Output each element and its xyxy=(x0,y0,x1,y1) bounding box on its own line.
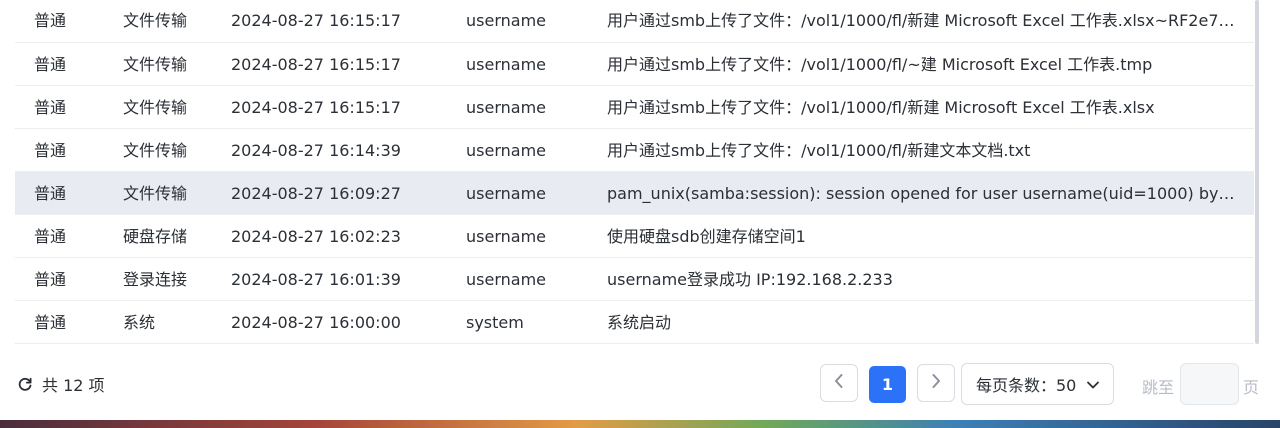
chevron-down-icon xyxy=(1086,377,1100,396)
time-cell: 2024-08-27 16:01:39 xyxy=(231,270,401,289)
chevron-left-icon xyxy=(833,373,845,393)
page-1-button[interactable]: 1 xyxy=(869,366,906,403)
next-page-button[interactable] xyxy=(917,364,955,402)
table-row[interactable]: 普通 文件传输 2024-08-27 16:15:17 username 用户通… xyxy=(15,86,1254,129)
desktop-wallpaper-strip xyxy=(0,420,1280,428)
total-label: 共 12 项 xyxy=(42,376,105,395)
vertical-scrollbar[interactable] xyxy=(1254,0,1260,344)
jump-label: 跳至 xyxy=(1142,378,1175,397)
chevron-right-icon xyxy=(930,373,942,393)
message-cell: pam_unix(samba:session): session opened … xyxy=(607,184,1235,203)
scrollbar-thumb[interactable] xyxy=(1255,0,1259,344)
message-cell: 用户通过smb上传了文件：/vol1/1000/fl/新建 Microsoft … xyxy=(607,98,1155,117)
level-cell: 普通 xyxy=(34,184,67,203)
level-cell: 普通 xyxy=(34,270,67,289)
time-cell: 2024-08-27 16:14:39 xyxy=(231,141,401,160)
time-cell: 2024-08-27 16:00:00 xyxy=(231,313,401,332)
message-cell: 用户通过smb上传了文件：/vol1/1000/fl/新建 Microsoft … xyxy=(607,11,1235,30)
message-cell: username登录成功 IP:192.168.2.233 xyxy=(607,270,893,289)
category-cell: 文件传输 xyxy=(123,141,188,160)
user-cell: username xyxy=(466,11,546,30)
time-cell: 2024-08-27 16:15:17 xyxy=(231,55,401,74)
category-cell: 文件传输 xyxy=(123,98,188,117)
level-cell: 普通 xyxy=(34,313,67,332)
page-size-select[interactable]: 每页条数：50 xyxy=(961,363,1114,405)
jump-page-input[interactable] xyxy=(1180,363,1239,405)
user-cell: username xyxy=(466,141,546,160)
level-cell: 普通 xyxy=(34,11,67,30)
time-cell: 2024-08-27 16:09:27 xyxy=(231,184,401,203)
user-cell: username xyxy=(466,98,546,117)
time-cell: 2024-08-27 16:15:17 xyxy=(231,98,401,117)
page-size-label: 每页条数：50 xyxy=(976,376,1077,395)
table-row[interactable]: 普通 登录连接 2024-08-27 16:01:39 username use… xyxy=(15,258,1254,301)
table-row[interactable]: 普通 文件传输 2024-08-27 16:15:17 username 用户通… xyxy=(15,43,1254,86)
category-cell: 文件传输 xyxy=(123,11,188,30)
level-cell: 普通 xyxy=(34,55,67,74)
time-cell: 2024-08-27 16:02:23 xyxy=(231,227,401,246)
level-cell: 普通 xyxy=(34,98,67,117)
time-cell: 2024-08-27 16:15:17 xyxy=(231,11,401,30)
page-unit-label: 页 xyxy=(1243,378,1260,397)
user-cell: system xyxy=(466,313,524,332)
message-cell: 系统启动 xyxy=(607,313,672,332)
user-cell: username xyxy=(466,227,546,246)
category-cell: 文件传输 xyxy=(123,55,188,74)
level-cell: 普通 xyxy=(34,141,67,160)
table-row[interactable]: 普通 硬盘存储 2024-08-27 16:02:23 username 使用硬… xyxy=(15,215,1254,258)
user-cell: username xyxy=(466,55,546,74)
table-row[interactable]: 普通 文件传输 2024-08-27 16:09:27 username pam… xyxy=(15,172,1254,215)
message-cell: 用户通过smb上传了文件：/vol1/1000/fl/~建 Microsoft … xyxy=(607,55,1153,74)
log-table: 普通 文件传输 2024-08-27 16:15:17 username 用户通… xyxy=(15,0,1254,344)
category-cell: 系统 xyxy=(123,313,156,332)
category-cell: 硬盘存储 xyxy=(123,227,188,246)
message-cell: 使用硬盘sdb创建存储空间1 xyxy=(607,227,806,246)
user-cell: username xyxy=(466,184,546,203)
table-row[interactable]: 普通 文件传输 2024-08-27 16:14:39 username 用户通… xyxy=(15,129,1254,172)
prev-page-button[interactable] xyxy=(820,364,858,402)
user-cell: username xyxy=(466,270,546,289)
refresh-icon[interactable] xyxy=(17,376,33,392)
table-row[interactable]: 普通 系统 2024-08-27 16:00:00 system 系统启动 xyxy=(15,301,1254,344)
message-cell: 用户通过smb上传了文件：/vol1/1000/fl/新建文本文档.txt xyxy=(607,141,1031,160)
total-count: 共 12 项 xyxy=(17,370,105,398)
category-cell: 文件传输 xyxy=(123,184,188,203)
table-row[interactable]: 普通 文件传输 2024-08-27 16:15:17 username 用户通… xyxy=(15,0,1254,43)
level-cell: 普通 xyxy=(34,227,67,246)
category-cell: 登录连接 xyxy=(123,270,188,289)
